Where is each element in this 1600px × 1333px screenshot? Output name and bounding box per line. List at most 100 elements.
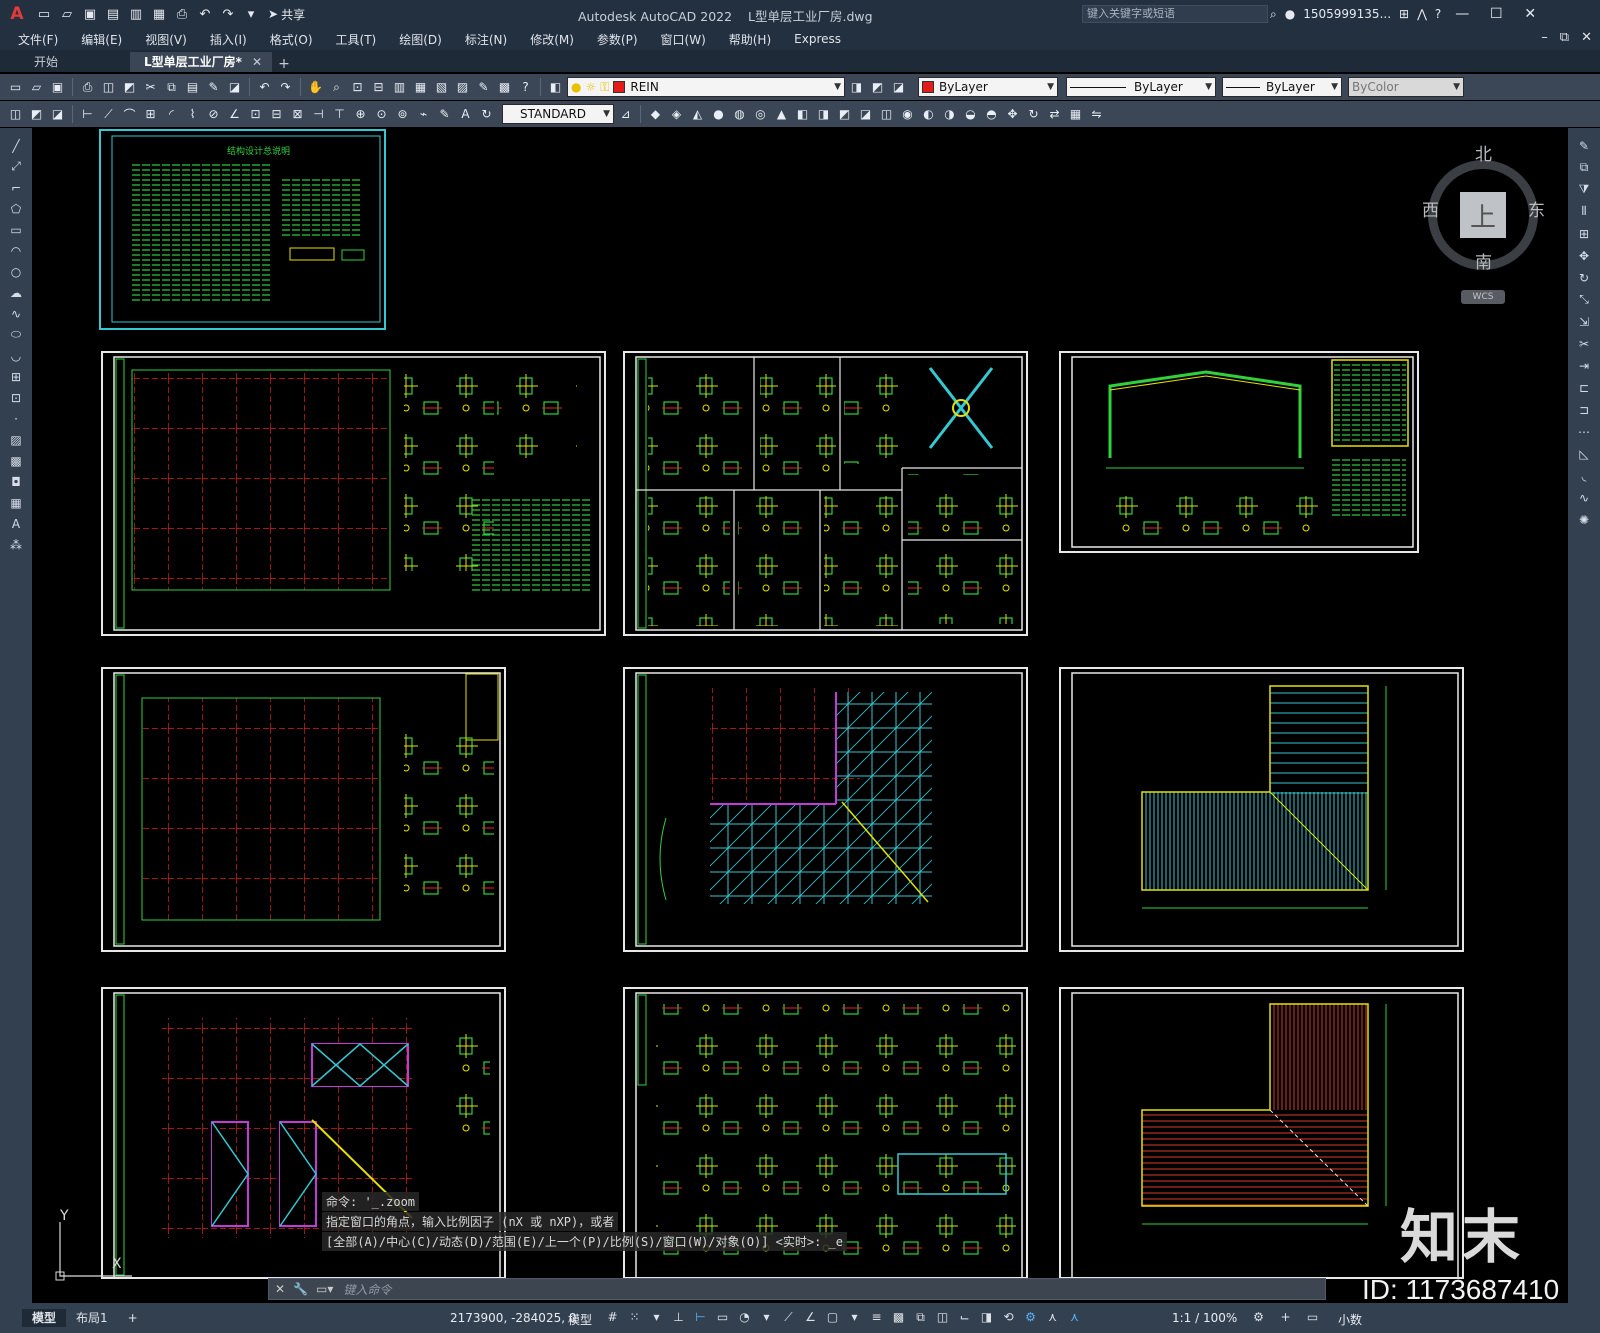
layer-dropdown[interactable]: ● ☼ ⚿ REIN ▼ [567, 77, 845, 97]
menu-tools[interactable]: 工具(T) [336, 31, 377, 48]
selection-cycling-icon[interactable]: ⧉ [912, 1308, 929, 1326]
open-web-icon[interactable]: ▥ [126, 4, 146, 24]
jogged-linear-icon[interactable]: ⌁ [414, 105, 433, 124]
section-icon[interactable]: ◓ [982, 105, 1001, 124]
layer-walk-icon[interactable]: ◪ [48, 105, 67, 124]
annotation-visibility-icon[interactable]: ⚙ [1022, 1308, 1039, 1326]
3d-align-icon[interactable]: ⇄ [1045, 105, 1064, 124]
redo-icon[interactable]: ↷ [276, 78, 295, 97]
help-icon[interactable]: ? [1435, 7, 1441, 21]
inspect-icon[interactable]: ⊚ [393, 105, 412, 124]
annotation-scale[interactable]: 1:1 / 100% [1172, 1311, 1237, 1325]
box-icon[interactable]: ◆ [646, 105, 665, 124]
dim-radius-icon[interactable]: ◜ [162, 105, 181, 124]
tab-drawing[interactable]: L型单层工业厂房* ✕ [130, 52, 272, 72]
offset-icon[interactable]: ⫴ [1574, 202, 1594, 221]
plotstyle-dropdown[interactable]: ByColor ▼ [1348, 77, 1464, 97]
paste-icon[interactable]: ▤ [183, 78, 202, 97]
help-icon[interactable]: ? [516, 78, 535, 97]
menu-file[interactable]: 文件(F) [18, 31, 58, 48]
snap-dropdown-icon[interactable]: ▾ [648, 1308, 665, 1326]
fillet-icon[interactable]: ◟ [1574, 466, 1594, 485]
chamfer-icon[interactable]: ◺ [1574, 444, 1594, 463]
zoom-realtime-icon[interactable]: ⌕ [327, 78, 346, 97]
minimize-button[interactable]: — [1449, 6, 1475, 22]
drawing-canvas[interactable]: 结构设计总说明 上 北 南 东 西 WCS Y X 命令: '_.zoom 指定… [32, 128, 1568, 1303]
menu-window[interactable]: 窗口(W) [661, 31, 706, 48]
compass-south[interactable]: 南 [1475, 248, 1492, 273]
menu-edit[interactable]: 编辑(E) [81, 31, 122, 48]
layer-properties-icon[interactable]: ◧ [546, 78, 565, 97]
user-icon[interactable]: ● [1285, 7, 1295, 21]
center-mark-icon[interactable]: ⊙ [372, 105, 391, 124]
make-block-icon[interactable]: ⊡ [6, 388, 26, 407]
menu-insert[interactable]: 插入(I) [210, 31, 247, 48]
save-icon[interactable]: ▣ [80, 4, 100, 24]
maximize-button[interactable]: ☐ [1483, 6, 1509, 22]
qnew-icon[interactable]: ▭ [6, 78, 25, 97]
rotate-icon[interactable]: ↻ [1574, 268, 1594, 287]
snap-icon[interactable]: ⁙ [626, 1308, 643, 1326]
construction-line-icon[interactable]: ⤢ [6, 157, 26, 176]
dim-angular-icon[interactable]: ∠ [225, 105, 244, 124]
close-button[interactable]: ✕ [1517, 6, 1543, 22]
command-input[interactable]: 键入命令 [343, 1281, 391, 1298]
transparency-icon[interactable]: ▩ [890, 1308, 907, 1326]
ortho-icon[interactable]: ⊢ [692, 1308, 709, 1326]
doc-minimize-button[interactable]: – [1541, 30, 1548, 45]
dim-arc-icon[interactable]: ⌒ [120, 105, 139, 124]
slice-icon[interactable]: ◒ [961, 105, 980, 124]
revolve-icon[interactable]: ◨ [814, 105, 833, 124]
join-icon[interactable]: ⋯ [1574, 422, 1594, 441]
undo-icon[interactable]: ↶ [195, 4, 215, 24]
3d-rotate-icon[interactable]: ↻ [1024, 105, 1043, 124]
dynamic-ucs-icon[interactable]: ⌙ [956, 1308, 973, 1326]
menu-modify[interactable]: 修改(M) [530, 31, 574, 48]
tab-start[interactable]: 开始 [0, 52, 130, 72]
compass-north[interactable]: 北 [1475, 140, 1492, 165]
polygon-icon[interactable]: ⬠ [6, 199, 26, 218]
polar-icon[interactable]: ◔ [736, 1308, 753, 1326]
torus-icon[interactable]: ◎ [751, 105, 770, 124]
dim-ordinate-icon[interactable]: ⊞ [141, 105, 160, 124]
dim-aligned-icon[interactable]: ⟋ [99, 105, 118, 124]
infer-constraints-icon[interactable]: ⊥ [670, 1308, 687, 1326]
move-icon[interactable]: ✥ [1574, 246, 1594, 265]
tab-model[interactable]: 模型 [22, 1309, 67, 1327]
sphere-icon[interactable]: ● [709, 105, 728, 124]
doc-restore-button[interactable]: ⧉ [1560, 30, 1569, 45]
markup-icon[interactable]: ✎ [474, 78, 493, 97]
hatch-icon[interactable]: ▨ [6, 430, 26, 449]
dim-continue-icon[interactable]: ⊠ [288, 105, 307, 124]
redo-icon[interactable]: ↷ [218, 4, 238, 24]
gizmo-icon[interactable]: ⟲ [1000, 1308, 1017, 1326]
object-snap-tracking-icon[interactable]: ∠ [802, 1308, 819, 1326]
open-icon[interactable]: ▱ [27, 78, 46, 97]
workspace-icon[interactable]: ⚙ [1250, 1308, 1267, 1326]
dim-jogged-icon[interactable]: ⌇ [183, 105, 202, 124]
color-dropdown[interactable]: ByLayer ▼ [918, 77, 1058, 97]
pan-icon[interactable]: ✋ [306, 78, 325, 97]
match-properties-icon[interactable]: ✎ [204, 78, 223, 97]
menu-dimension[interactable]: 标注(N) [465, 31, 507, 48]
point-icon[interactable]: · [6, 409, 26, 428]
search-icon[interactable]: ⌕ [1270, 7, 1277, 22]
polyline-icon[interactable]: ⌐ [6, 178, 26, 197]
dim-break-icon[interactable]: ⊤ [330, 105, 349, 124]
dim-baseline-icon[interactable]: ⊟ [267, 105, 286, 124]
quick-dim-icon[interactable]: ⊡ [246, 105, 265, 124]
wedge-icon[interactable]: ◈ [667, 105, 686, 124]
mtext-icon[interactable]: A [6, 514, 26, 533]
preview-icon[interactable]: ◫ [99, 78, 118, 97]
dynamic-input-icon[interactable]: ▭ [714, 1308, 731, 1326]
table-icon[interactable]: ▦ [6, 493, 26, 512]
share-button[interactable]: ➤ 共享 [268, 6, 305, 23]
doc-close-button[interactable]: ✕ [1581, 30, 1592, 45]
dim-style-manager-icon[interactable]: ⊿ [616, 105, 635, 124]
extend-icon[interactable]: ⇥ [1574, 356, 1594, 375]
design-center-icon[interactable]: ▦ [411, 78, 430, 97]
tab-close-icon[interactable]: ✕ [252, 55, 262, 69]
loft-icon[interactable]: ◪ [856, 105, 875, 124]
isodraft-icon[interactable]: ⟋ [780, 1308, 797, 1326]
stretch-icon[interactable]: ⇲ [1574, 312, 1594, 331]
